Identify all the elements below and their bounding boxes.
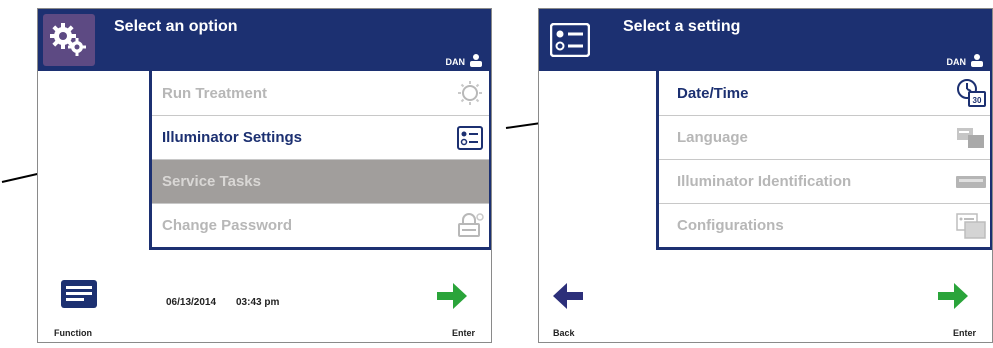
menu-item-label: Configurations [677, 217, 784, 234]
configurations-icon [952, 212, 990, 239]
user-icon [971, 54, 983, 67]
device-icon [952, 173, 990, 191]
function-icon[interactable] [60, 279, 98, 314]
header-title: Select an option [114, 18, 238, 35]
menu-item-label: Illuminator Settings [162, 129, 303, 146]
menu-item-configurations[interactable]: Configurations [659, 203, 990, 247]
enter-arrow-icon[interactable] [435, 281, 469, 316]
menu-item-label: Change Password [162, 217, 293, 234]
header: Select a setting DAN [539, 9, 992, 71]
clock-calendar-icon: 30 [952, 78, 990, 108]
menu-item-label: Language [677, 129, 748, 146]
menu-item-illuminator-settings[interactable]: Illuminator Settings [152, 115, 489, 159]
setting-menu: Date/Time 30 Language Illuminator Identi… [656, 71, 992, 250]
select-setting-screen: Select a setting DAN Date/Time 30 Langua… [538, 8, 993, 343]
gear-icon [43, 14, 95, 66]
date-display: 06/13/2014 [166, 297, 217, 308]
user-indicator: DAN [446, 53, 484, 67]
header: Select an option DAN [38, 9, 491, 71]
enter-label[interactable]: Enter [953, 328, 976, 338]
header-title: Select a setting [623, 18, 741, 35]
settings-list-icon [451, 125, 489, 150]
user-name: DAN [445, 57, 466, 67]
select-option-screen: Select an option DAN Run Treatment Illum… [37, 8, 492, 343]
menu-item-label: Date/Time [677, 84, 749, 102]
menu-item-language[interactable]: Language [659, 115, 990, 159]
menu-item-service-tasks[interactable]: Service Tasks [152, 159, 489, 203]
settings-list-icon [549, 22, 591, 62]
menu-item-label: Illuminator Identification [677, 173, 852, 190]
user-indicator: DAN [947, 53, 985, 67]
enter-arrow-icon[interactable] [936, 281, 970, 316]
enter-label[interactable]: Enter [452, 328, 475, 338]
calendar-day: 30 [973, 96, 982, 105]
run-treatment-icon [451, 80, 489, 106]
menu-item-label: Run Treatment [162, 84, 268, 102]
language-icon [952, 126, 990, 150]
lock-icon [451, 212, 489, 239]
menu-item-run-treatment[interactable]: Run Treatment [152, 71, 489, 115]
menu-item-change-password[interactable]: Change Password [152, 203, 489, 247]
user-name: DAN [946, 57, 967, 67]
menu-item-date-time[interactable]: Date/Time 30 [659, 71, 990, 115]
option-menu: Run Treatment Illuminator Settings Servi… [149, 71, 491, 250]
menu-item-label: Service Tasks [162, 173, 261, 190]
function-label[interactable]: Function [54, 328, 92, 338]
menu-item-illuminator-identification[interactable]: Illuminator Identification [659, 159, 990, 203]
back-arrow-icon[interactable] [551, 281, 585, 316]
user-icon [470, 54, 482, 67]
time-display: 03:43 pm [236, 297, 280, 308]
back-label[interactable]: Back [553, 328, 575, 338]
